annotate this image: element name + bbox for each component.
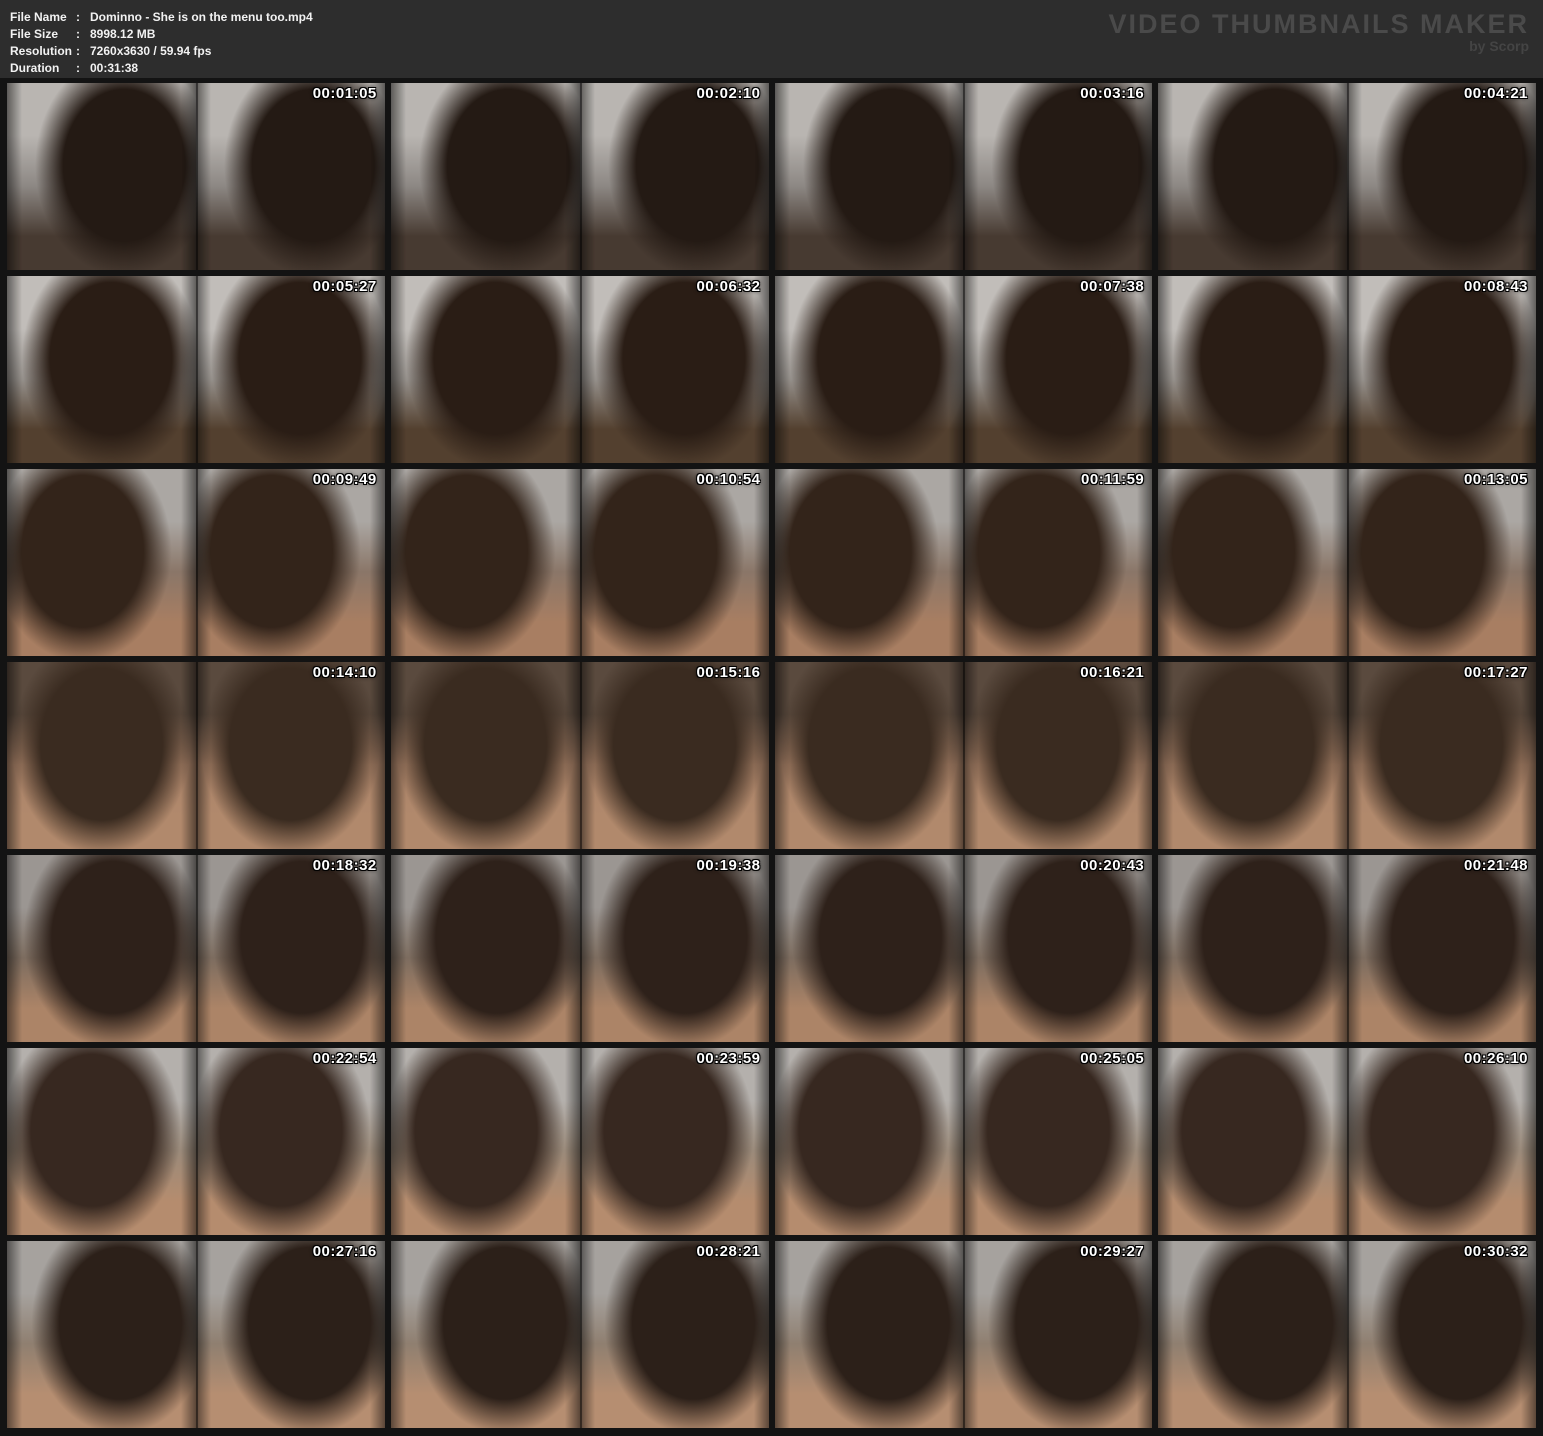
thumbnail: 00:21:48 [1158, 855, 1536, 1042]
thumbnail: 00:22:54 [7, 1048, 385, 1235]
thumbnail-grid-container: 00:01:05 00:02:10 00:03:16 00:04:21 00:0… [0, 78, 1543, 1436]
thumbnail: 00:04:21 [1158, 83, 1536, 270]
thumbnail-timestamp: 00:19:38 [696, 857, 760, 874]
thumbnail: 00:10:54 [391, 469, 769, 656]
thumbnail-grid: 00:01:05 00:02:10 00:03:16 00:04:21 00:0… [7, 83, 1536, 1428]
thumbnail: 00:20:43 [775, 855, 1153, 1042]
watermark-subtitle: by Scorp [1109, 39, 1530, 54]
thumbnail: 00:09:49 [7, 469, 385, 656]
thumbnail-timestamp: 00:05:27 [313, 278, 377, 295]
thumbnail-timestamp: 00:15:16 [696, 664, 760, 681]
thumbnail-timestamp: 00:30:32 [1464, 1243, 1528, 1260]
thumbnail: 00:05:27 [7, 276, 385, 463]
file-name-label: File Name [10, 9, 76, 26]
thumbnail-timestamp: 00:25:05 [1080, 1050, 1144, 1067]
thumbnail: 00:03:16 [775, 83, 1153, 270]
thumbnail-timestamp: 00:01:05 [313, 85, 377, 102]
thumbnail-timestamp: 00:21:48 [1464, 857, 1528, 874]
thumbnail-timestamp: 00:03:16 [1080, 85, 1144, 102]
thumbnail-timestamp: 00:28:21 [696, 1243, 760, 1260]
file-size-separator: : [76, 26, 90, 43]
resolution-label: Resolution [10, 43, 76, 60]
thumbnail-timestamp: 00:16:21 [1080, 664, 1144, 681]
thumbnail: 00:01:05 [7, 83, 385, 270]
thumbnail-timestamp: 00:06:32 [696, 278, 760, 295]
thumbnail: 00:23:59 [391, 1048, 769, 1235]
thumbnail: 00:17:27 [1158, 662, 1536, 849]
thumbnail-timestamp: 00:14:10 [313, 664, 377, 681]
thumbnail-timestamp: 00:20:43 [1080, 857, 1144, 874]
thumbnail-timestamp: 00:07:38 [1080, 278, 1144, 295]
thumbnail: 00:11:59 [775, 469, 1153, 656]
thumbnail: 00:19:38 [391, 855, 769, 1042]
thumbnail-timestamp: 00:27:16 [313, 1243, 377, 1260]
resolution-value: 7260x3630 / 59.94 fps [90, 43, 211, 60]
duration-label: Duration [10, 60, 76, 77]
thumbnail-timestamp: 00:13:05 [1464, 471, 1528, 488]
file-size-label: File Size [10, 26, 76, 43]
thumbnail-timestamp: 00:29:27 [1080, 1243, 1144, 1260]
thumbnail: 00:27:16 [7, 1241, 385, 1428]
duration-value: 00:31:38 [90, 60, 138, 77]
thumbnail-timestamp: 00:26:10 [1464, 1050, 1528, 1067]
thumbnail: 00:15:16 [391, 662, 769, 849]
watermark-title: VIDEO THUMBNAILS MAKER [1109, 10, 1530, 38]
duration-row: Duration : 00:31:38 [10, 60, 1531, 77]
thumbnail: 00:18:32 [7, 855, 385, 1042]
app-watermark: VIDEO THUMBNAILS MAKER by Scorp [1109, 10, 1530, 54]
thumbnail: 00:06:32 [391, 276, 769, 463]
thumbnail: 00:16:21 [775, 662, 1153, 849]
duration-separator: : [76, 60, 90, 77]
thumbnail: 00:14:10 [7, 662, 385, 849]
file-name-value: Dominno - She is on the menu too.mp4 [90, 9, 313, 26]
thumbnail-timestamp: 00:09:49 [313, 471, 377, 488]
resolution-separator: : [76, 43, 90, 60]
thumbnail: 00:30:32 [1158, 1241, 1536, 1428]
thumbnail: 00:25:05 [775, 1048, 1153, 1235]
thumbnail: 00:29:27 [775, 1241, 1153, 1428]
thumbnail-timestamp: 00:02:10 [696, 85, 760, 102]
thumbnail-timestamp: 00:17:27 [1464, 664, 1528, 681]
thumbnail: 00:08:43 [1158, 276, 1536, 463]
file-size-value: 8998.12 MB [90, 26, 155, 43]
thumbnail-timestamp: 00:08:43 [1464, 278, 1528, 295]
thumbnail-timestamp: 00:04:21 [1464, 85, 1528, 102]
file-name-separator: : [76, 9, 90, 26]
thumbnail: 00:07:38 [775, 276, 1153, 463]
thumbnail-timestamp: 00:10:54 [696, 471, 760, 488]
metadata-header: File Name : Dominno - She is on the menu… [0, 0, 1543, 78]
thumbnail-timestamp: 00:18:32 [313, 857, 377, 874]
thumbnail-timestamp: 00:11:59 [1081, 471, 1144, 488]
thumbnail-timestamp: 00:23:59 [696, 1050, 760, 1067]
thumbnail: 00:13:05 [1158, 469, 1536, 656]
thumbnail-timestamp: 00:22:54 [313, 1050, 377, 1067]
thumbnail: 00:28:21 [391, 1241, 769, 1428]
thumbnail: 00:26:10 [1158, 1048, 1536, 1235]
thumbnail: 00:02:10 [391, 83, 769, 270]
